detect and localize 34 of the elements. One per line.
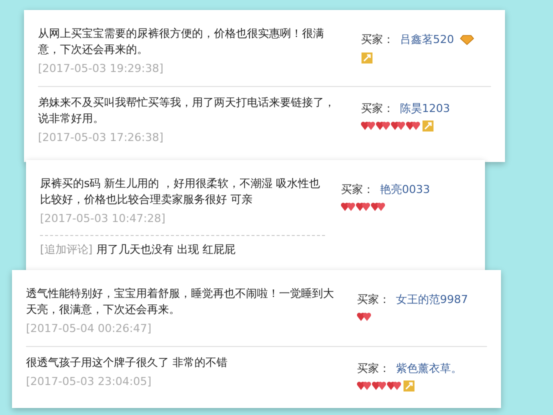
diamond-icon	[460, 35, 474, 46]
buyer-name[interactable]: 吕鑫茗520	[400, 32, 454, 48]
review-date: [2017-05-04 00:26:47]	[26, 321, 152, 337]
review-date: [2017-05-03 19:29:38]	[38, 61, 164, 77]
heart-icon	[361, 121, 375, 131]
heart-icon	[387, 381, 401, 391]
buyer-label: 买家：	[361, 100, 394, 116]
heart-icon	[357, 312, 371, 322]
followup-text: 用了几天也没有 出现 红屁屁	[96, 242, 236, 258]
heart-icon	[371, 202, 385, 212]
review-date: [2017-05-03 23:04:05]	[26, 374, 152, 390]
buyer-label: 买家：	[361, 32, 394, 48]
buyer-name[interactable]: 女王的范9987	[396, 292, 468, 308]
review-text: 尿裤买的s码 新生儿用的 ，好用很柔软，不潮湿 吸水性也比较好，价格也比较合理卖家服务很好 可亲	[40, 176, 322, 208]
buyer-label: 买家：	[357, 360, 390, 376]
heart-icon	[391, 121, 405, 131]
buyer-name[interactable]: 艳亮0033	[380, 182, 430, 198]
followup-label: [追加评论]	[40, 242, 93, 258]
buyer-name[interactable]: 紫色薰衣草。	[396, 360, 462, 377]
heart-icon	[372, 381, 386, 391]
review-text: 很透气孩子用这个牌子很久了 非常的不错	[26, 354, 228, 370]
heart-icon	[406, 121, 420, 131]
review-text: 弟妹来不及买叫我帮忙买等我，用了两天打电话来要链接了，说非常好用。	[38, 94, 336, 126]
buyer-label: 买家：	[341, 182, 374, 198]
heart-icon	[341, 202, 355, 212]
buyer-name[interactable]: 陈昊1203	[400, 100, 450, 117]
buyer-label: 买家：	[357, 292, 390, 308]
heart-icon	[376, 121, 390, 131]
heart-icon	[356, 202, 370, 212]
review-text: 透气性能特别好，宝宝用着舒服，睡觉再也不闹啦！一觉睡到大天亮，很满意，下次还会再来。	[26, 286, 335, 318]
heart-icon	[357, 381, 371, 391]
review-text: 从网上买宝宝需要的尿裤很方便的，价格也很实惠咧！很满意，下次还会再来的。	[38, 26, 325, 58]
review-date: [2017-05-03 17:26:38]	[38, 130, 164, 146]
review-date: [2017-05-03 10:47:28]	[40, 211, 166, 227]
